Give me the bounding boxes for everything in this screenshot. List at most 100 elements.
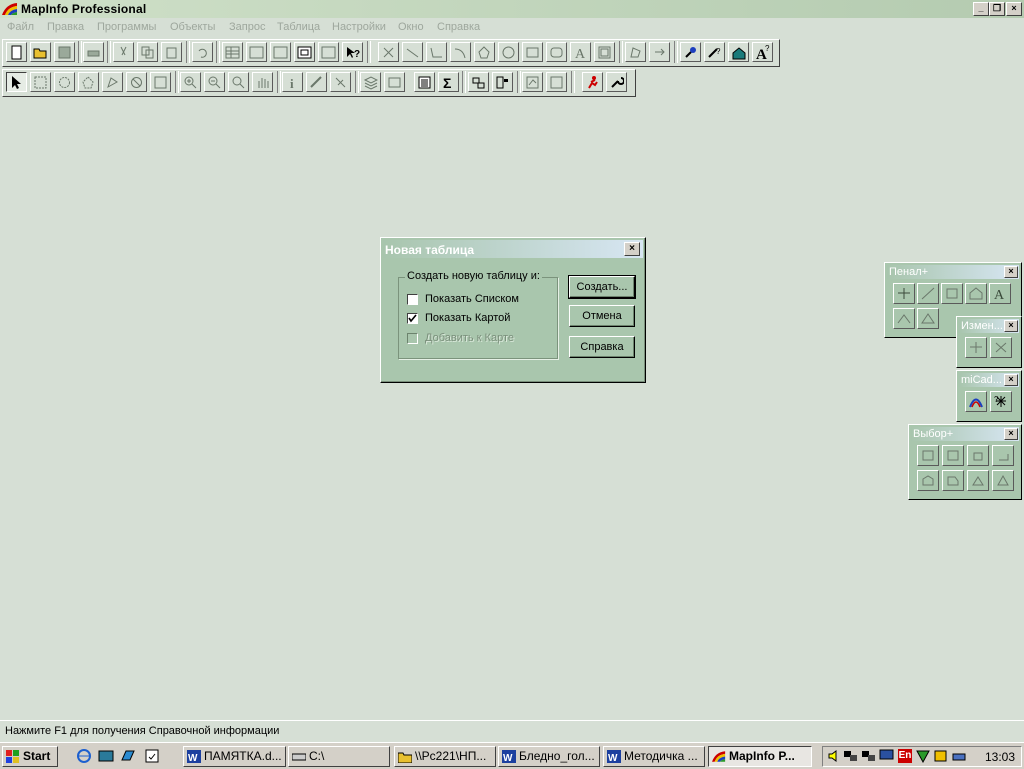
boundary-select-tool[interactable] [102,72,123,92]
ruler-tool[interactable] [306,72,327,92]
taskbar-item-c-drive[interactable]: C:\ [288,746,390,767]
vybor-palette-close-button[interactable]: × [1004,428,1018,440]
vybor-tool-8[interactable] [992,470,1014,491]
show-as-list-label[interactable]: Показать Списком [425,293,519,305]
text-tool[interactable]: A [570,42,591,62]
outlook-express-icon[interactable] [120,748,136,764]
menu-programs[interactable]: Программы [97,21,156,33]
internet-explorer-icon[interactable] [76,748,92,764]
statistics-window-button[interactable] [414,72,435,92]
start-button[interactable]: Start [2,746,58,767]
menu-window[interactable]: Окно [398,21,424,33]
vybor-tool-5[interactable] [917,470,939,491]
run-program-button[interactable] [582,72,603,92]
new-button[interactable] [6,42,27,62]
app-title-bar[interactable]: MapInfo Professional _ ❐ × [0,0,1024,18]
penal-tool-4[interactable] [965,283,987,304]
taskbar-item-network-folder[interactable]: \\Pc221\НП... [394,746,496,767]
penal-tool-5[interactable]: A [989,283,1011,304]
tool-manager-button[interactable] [606,72,627,92]
calculate-statistics-button[interactable]: Σ [438,72,459,92]
taskbar-item-metodichka[interactable]: W Методичка ... [603,746,705,767]
menu-settings[interactable]: Настройки [332,21,386,33]
house-tool[interactable] [728,42,749,62]
antivirus-icon[interactable] [915,749,931,763]
symbol-tool[interactable] [378,42,399,62]
reshape-tool[interactable] [625,42,646,62]
penal-palette-close-button[interactable]: × [1004,266,1018,278]
undo-button[interactable] [192,42,213,62]
menu-query[interactable]: Запрос [229,21,265,33]
info-tool[interactable]: i [282,72,303,92]
graph-select-button[interactable] [150,72,171,92]
new-graph-button[interactable] [270,42,291,62]
penal-tool-1[interactable] [893,283,915,304]
clock[interactable]: 13:03 [985,750,1015,764]
select-tool[interactable] [6,72,27,92]
izmen-palette-close-button[interactable]: × [1004,320,1018,332]
copy-button[interactable] [137,42,158,62]
arc-tool[interactable] [450,42,471,62]
layer-control-button[interactable] [360,72,381,92]
penal-tool-7[interactable] [917,308,939,329]
cancel-button[interactable]: Отмена [569,305,635,327]
cut-button[interactable] [113,42,134,62]
izmen-palette-title-bar[interactable]: Измен... × [959,319,1019,333]
network-icon[interactable] [843,749,859,763]
show-desktop-icon[interactable] [98,748,114,764]
network-icon[interactable] [861,749,877,763]
rounded-rectangle-tool[interactable] [546,42,567,62]
vybor-tool-4[interactable] [992,445,1014,466]
cosmetic-layer-button[interactable] [522,72,543,92]
show-as-map-checkbox[interactable] [407,313,418,324]
ellipse-tool[interactable] [498,42,519,62]
thematic-map-button[interactable] [468,72,489,92]
line-tool[interactable] [402,42,423,62]
show-as-map-label[interactable]: Показать Картой [425,312,510,324]
radius-select-tool[interactable] [54,72,75,92]
penal-tool-2[interactable] [917,283,939,304]
printer-tray-icon[interactable] [951,749,967,763]
monitor-icon[interactable] [879,749,895,763]
help-pointer-button[interactable]: ? [342,42,363,62]
vybor-tool-1[interactable] [917,445,939,466]
close-button[interactable]: × [1006,2,1022,16]
unselect-all-button[interactable] [126,72,147,92]
vybor-palette-title-bar[interactable]: Выбор+ × [911,427,1019,441]
new-browser-button[interactable] [222,42,243,62]
speaker-icon[interactable] [827,749,841,763]
calendar-icon[interactable] [144,748,160,764]
frame-tool[interactable] [594,42,615,62]
create-button[interactable]: Создать... [568,275,636,299]
legend-button[interactable] [384,72,405,92]
micad-tool-1[interactable] [965,391,987,412]
restore-button[interactable]: ❐ [989,2,1005,16]
create-legend-button[interactable] [492,72,513,92]
language-indicator-icon[interactable]: En [898,749,912,763]
zoom-in-tool[interactable] [180,72,201,92]
menu-help[interactable]: Справка [437,21,480,33]
micad-palette-close-button[interactable]: × [1004,374,1018,386]
help-button[interactable]: Справка [569,336,635,358]
penal-tool-3[interactable] [941,283,963,304]
measure-tool[interactable]: ? [704,42,725,62]
penal-palette-title-bar[interactable]: Пенал+ × [887,265,1019,279]
print-button[interactable] [83,42,104,62]
taskbar-item-bledno[interactable]: W Бледно_гол... [498,746,600,767]
label-tool[interactable] [330,72,351,92]
menu-file[interactable]: Файл [7,21,34,33]
paste-button[interactable] [161,42,182,62]
redistrict-button[interactable] [318,42,339,62]
scheduler-icon[interactable] [933,749,949,763]
pin-tool[interactable] [680,42,701,62]
dialog-close-button[interactable]: × [624,242,640,256]
polyline-tool[interactable] [426,42,447,62]
micad-palette-title-bar[interactable]: miCad... × [959,373,1019,387]
taskbar-item-pamyatka[interactable]: W ПАМЯТКА.d... [183,746,286,767]
dialog-title-bar[interactable]: Новая таблица × [383,240,643,258]
menu-objects[interactable]: Объекты [170,21,215,33]
penal-tool-6[interactable] [893,308,915,329]
new-layout-button[interactable] [294,42,315,62]
polygon-tool[interactable] [474,42,495,62]
save-button[interactable] [54,42,75,62]
